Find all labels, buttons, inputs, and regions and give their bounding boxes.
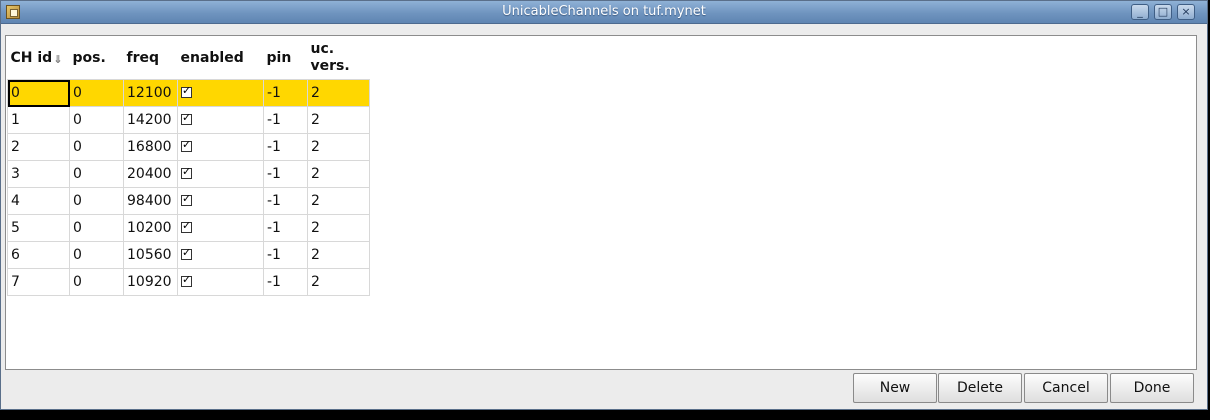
table-row[interactable]: 0012100-12	[7, 79, 370, 107]
column-header-uc-vers-line2: vers.	[310, 58, 350, 74]
new-button[interactable]: New	[853, 373, 937, 403]
column-header-ch-id-label: CH id	[10, 49, 53, 66]
cell-pin[interactable]: -1	[263, 241, 308, 269]
cell-uc-vers[interactable]: 2	[307, 106, 370, 134]
cell-pos[interactable]: 0	[69, 187, 124, 215]
enabled-checkbox[interactable]	[181, 246, 192, 260]
column-header-enabled[interactable]: enabled	[178, 37, 264, 80]
enabled-checkbox[interactable]	[181, 111, 192, 125]
table-row[interactable]: 4098400 -12	[7, 187, 370, 215]
enabled-checkbox[interactable]	[181, 192, 192, 206]
cell-pos[interactable]: 0	[69, 79, 124, 107]
table-row[interactable]: 3020400 -12	[7, 160, 370, 188]
cell-freq[interactable]: 14200	[123, 106, 178, 134]
column-header-ch-id[interactable]: CH id⇓	[8, 37, 70, 80]
cancel-button[interactable]: Cancel	[1024, 373, 1108, 403]
cell-ch-id[interactable]: 5	[7, 214, 70, 242]
table-panel: CH id⇓ pos. freq enabled pin uc. vers. 00…	[5, 35, 1197, 370]
cell-pos[interactable]: 0	[69, 133, 124, 161]
cell-ch-id[interactable]: 3	[7, 160, 70, 188]
cell-pin[interactable]: -1	[263, 187, 308, 215]
cell-freq[interactable]: 98400	[123, 187, 178, 215]
cell-freq[interactable]: 16800	[123, 133, 178, 161]
dialog-window: UnicableChannels on tuf.mynet _ □ × CH i…	[0, 0, 1208, 410]
table-row[interactable]: 7010920 -12	[7, 268, 370, 296]
table-row[interactable]: 6010560 -12	[7, 241, 370, 269]
cell-enabled[interactable]	[177, 187, 264, 215]
cell-pos[interactable]: 0	[69, 106, 124, 134]
delete-button[interactable]: Delete	[938, 373, 1022, 403]
enabled-checkbox[interactable]	[181, 273, 192, 287]
cell-enabled[interactable]	[177, 133, 264, 161]
cell-freq[interactable]: 12100	[123, 79, 178, 107]
cell-pin[interactable]: -1	[263, 106, 308, 134]
cell-uc-vers[interactable]: 2	[307, 214, 370, 242]
cell-enabled[interactable]	[177, 106, 264, 134]
cell-enabled[interactable]	[177, 79, 264, 107]
cell-pin[interactable]: -1	[263, 268, 308, 296]
cell-pos[interactable]: 0	[69, 241, 124, 269]
column-header-freq[interactable]: freq	[124, 37, 178, 80]
column-header-uc-vers-line1: uc.	[310, 41, 335, 57]
minimize-icon[interactable]: _	[1131, 4, 1149, 20]
channels-table: CH id⇓ pos. freq enabled pin uc. vers. 00…	[7, 37, 370, 296]
cell-enabled[interactable]	[177, 214, 264, 242]
cell-freq[interactable]: 20400	[123, 160, 178, 188]
cell-pin[interactable]: -1	[263, 160, 308, 188]
cell-ch-id[interactable]: 0	[7, 79, 70, 107]
title-bar[interactable]: UnicableChannels on tuf.mynet _ □ ×	[1, 1, 1207, 24]
cell-freq[interactable]: 10560	[123, 241, 178, 269]
cell-uc-vers[interactable]: 2	[307, 133, 370, 161]
cell-enabled[interactable]	[177, 241, 264, 269]
cell-freq[interactable]: 10200	[123, 214, 178, 242]
cell-pos[interactable]: 0	[69, 214, 124, 242]
close-icon[interactable]: ×	[1177, 4, 1195, 20]
enabled-checkbox[interactable]	[181, 165, 192, 179]
enabled-checkbox[interactable]	[181, 219, 192, 233]
enabled-checkbox[interactable]	[181, 84, 192, 98]
table-row[interactable]: 5010200 -12	[7, 214, 370, 242]
cell-freq[interactable]: 10920	[123, 268, 178, 296]
column-header-pos[interactable]: pos.	[70, 37, 124, 80]
cell-pos[interactable]: 0	[69, 160, 124, 188]
cell-pin[interactable]: -1	[263, 214, 308, 242]
cell-uc-vers[interactable]: 2	[307, 187, 370, 215]
cell-uc-vers[interactable]: 2	[307, 241, 370, 269]
sort-arrow-icon: ⇓	[53, 52, 63, 66]
cell-enabled[interactable]	[177, 160, 264, 188]
cell-uc-vers[interactable]: 2	[307, 79, 370, 107]
window-title: UnicableChannels on tuf.mynet	[502, 4, 706, 19]
cell-uc-vers[interactable]: 2	[307, 160, 370, 188]
cell-pin[interactable]: -1	[263, 79, 308, 107]
column-header-pin[interactable]: pin	[264, 37, 308, 80]
cell-ch-id[interactable]: 6	[7, 241, 70, 269]
cell-uc-vers[interactable]: 2	[307, 268, 370, 296]
cell-ch-id[interactable]: 4	[7, 187, 70, 215]
cell-ch-id[interactable]: 1	[7, 106, 70, 134]
cell-ch-id[interactable]: 2	[7, 133, 70, 161]
cell-pos[interactable]: 0	[69, 268, 124, 296]
cell-enabled[interactable]	[177, 268, 264, 296]
cell-pin[interactable]: -1	[263, 133, 308, 161]
enabled-checkbox[interactable]	[181, 138, 192, 152]
table-header-row: CH id⇓ pos. freq enabled pin uc. vers.	[8, 37, 370, 80]
done-button[interactable]: Done	[1110, 373, 1194, 403]
cell-ch-id[interactable]: 7	[7, 268, 70, 296]
table-row[interactable]: 2016800-12	[7, 133, 370, 161]
maximize-icon[interactable]: □	[1154, 4, 1172, 20]
column-header-uc-vers[interactable]: uc. vers.	[308, 37, 370, 80]
table-row[interactable]: 1014200 -12	[7, 106, 370, 134]
